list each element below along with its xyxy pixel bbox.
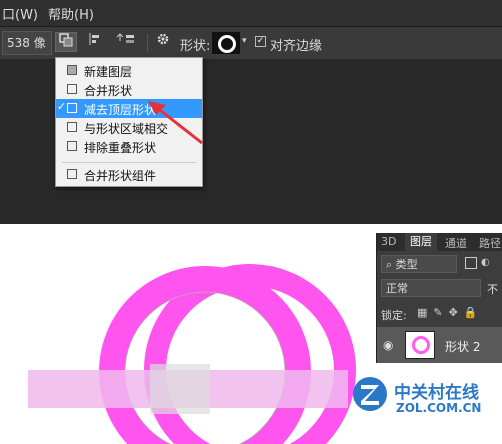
path-alignment-icon (89, 33, 99, 45)
lock-label: 锁定: (381, 309, 407, 322)
chevron-down-icon[interactable]: ▾ (242, 36, 247, 46)
path-arrangement-icon (116, 33, 134, 43)
lock-icons[interactable]: ▦✎✥🔒 (417, 306, 484, 319)
path-operations-icon (59, 33, 73, 47)
menu-item-new-layer[interactable]: 新建图层 (56, 61, 202, 80)
watermark-url: ZOL.COM.CN (396, 401, 482, 415)
menu-divider (62, 162, 196, 163)
blend-mode-select[interactable]: 正常 (381, 279, 481, 297)
tab-paths[interactable]: 路径 (479, 235, 501, 251)
pink-ring-shape-left[interactable] (99, 266, 311, 444)
tab-3d[interactable]: 3D (381, 235, 396, 248)
exclude-overlap-icon (67, 141, 77, 151)
layer-row-shape-2[interactable]: ◉ 形状 2 (377, 327, 502, 363)
menu-window[interactable]: 口(W) (2, 4, 38, 23)
subtract-front-shape-icon (67, 103, 77, 113)
separator (147, 34, 148, 52)
intersect-shape-icon (67, 122, 77, 132)
path-arrangement-button[interactable] (114, 32, 142, 52)
search-icon: ⌕ (386, 258, 396, 271)
watermark-name: 中关村在线 (394, 383, 479, 403)
filter-icons[interactable]: ◐ (465, 257, 495, 271)
width-field[interactable]: 538 像 (2, 31, 52, 55)
new-layer-icon (67, 65, 77, 75)
path-operations-button[interactable] (55, 32, 77, 52)
gear-icon (157, 33, 169, 45)
layer-filter-select[interactable]: ⌕ 类型 (381, 255, 457, 273)
opacity-label: 不 (487, 283, 498, 296)
checkmark-icon: ✓ (57, 100, 67, 113)
layer-name[interactable]: 形状 2 (445, 338, 480, 355)
menu-bar: 口(W) 帮助(H) (0, 0, 502, 27)
panel-tabs: 3D 图层 通道 路径 (377, 233, 502, 251)
shape-picker[interactable] (212, 32, 240, 54)
tab-layers[interactable]: 图层 (405, 233, 437, 251)
zol-logo-icon (353, 377, 387, 411)
visibility-eye-icon[interactable]: ◉ (383, 338, 393, 352)
options-bar: 538 像 形状: ▾ ✓ 对齐边缘 (0, 27, 502, 60)
geometry-options-button[interactable] (152, 32, 174, 52)
pixel-filter-icon[interactable] (465, 257, 477, 269)
merge-components-icon (67, 169, 77, 179)
tab-channels[interactable]: 通道 (445, 235, 467, 251)
menu-help[interactable]: 帮助(H) (48, 4, 94, 23)
blurred-strip-highlight (150, 364, 210, 414)
align-edges-checkbox[interactable]: ✓ (255, 36, 266, 47)
path-alignment-button[interactable] (84, 32, 106, 52)
layers-panel: 3D 图层 通道 路径 ⌕ 类型 ◐ 正常 不 锁定: ▦✎✥🔒 ◉ 形状 2 (376, 233, 502, 363)
annotation-arrow (148, 101, 203, 145)
ring-shape-icon (218, 35, 236, 53)
menu-item-merge-components[interactable]: 合并形状组件 (56, 165, 202, 184)
adjustment-filter-icon[interactable]: ◐ (481, 257, 490, 268)
shape-label: 形状: (180, 39, 211, 54)
combine-shapes-icon (67, 84, 77, 94)
align-edges-label: 对齐边缘 (270, 39, 323, 54)
layer-thumbnail (405, 331, 435, 359)
